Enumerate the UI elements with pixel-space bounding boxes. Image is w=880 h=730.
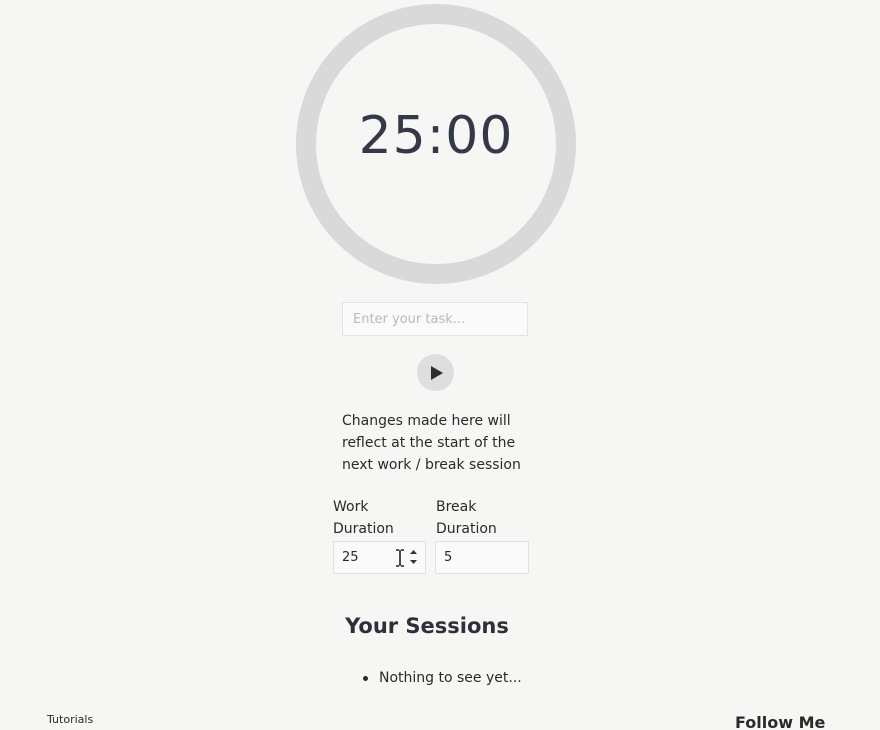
page: 25:00 Changes made here will reflect at … <box>0 0 880 730</box>
play-button[interactable] <box>417 354 454 391</box>
break-duration-label: Break Duration <box>436 499 497 537</box>
session-list: Nothing to see yet... <box>363 668 522 688</box>
follow-me-heading: Follow Me <box>735 713 826 730</box>
timer-display: 25:00 <box>358 106 514 166</box>
work-duration-label: Work Duration <box>333 499 394 537</box>
tutorials-link[interactable]: Tutorials <box>47 713 93 726</box>
settings-notice: Changes made here will reflect at the st… <box>342 413 521 473</box>
task-input[interactable] <box>342 302 528 336</box>
play-icon <box>431 365 443 380</box>
sessions-title: Your Sessions <box>345 614 509 638</box>
list-item: Nothing to see yet... <box>363 668 522 688</box>
timer-ring: 25:00 <box>296 4 576 284</box>
text-cursor-icon <box>396 549 404 567</box>
break-duration-input[interactable] <box>435 541 529 574</box>
number-spinner-icon[interactable] <box>409 546 418 568</box>
